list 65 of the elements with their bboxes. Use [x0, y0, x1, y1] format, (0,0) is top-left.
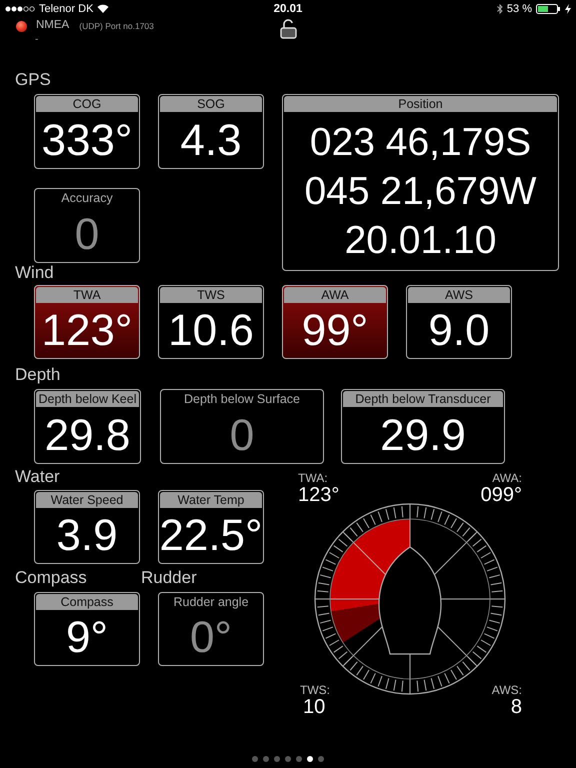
- tile-label: Depth below Keel: [36, 391, 139, 407]
- connection-name: NMEA: [36, 19, 70, 31]
- page-dot[interactable]: [318, 756, 324, 762]
- page-dot[interactable]: [296, 756, 302, 762]
- section-heading: GPS: [15, 70, 52, 89]
- position-value: 045 21,679W: [304, 172, 536, 211]
- padlock-icon[interactable]: [280, 19, 297, 39]
- tile-label: TWA: [36, 287, 138, 303]
- page-dot[interactable]: [263, 756, 269, 762]
- wifi-icon: [97, 4, 110, 13]
- carrier-name: Telenor DK: [39, 2, 94, 14]
- tws-value: 10: [302, 697, 326, 717]
- tile-value: 333°: [40, 114, 134, 166]
- section-heading: Water: [15, 467, 61, 486]
- tile-label: Water Temp: [160, 492, 262, 508]
- clock-time: 20.01: [274, 2, 302, 14]
- section-heading: Wind: [15, 263, 55, 282]
- position-value: 20.01.10: [344, 221, 496, 260]
- bluetooth-icon: [496, 4, 503, 14]
- section-heading: Depth: [15, 365, 62, 384]
- tile-label: Compass: [36, 594, 138, 610]
- aws-value: 8: [510, 697, 522, 717]
- tile-label: Rudder angle: [172, 594, 250, 610]
- battery-percent: 53 %: [506, 2, 532, 14]
- page-dot[interactable]: [274, 756, 280, 762]
- tile-value: 9°: [64, 612, 110, 664]
- section-heading: Rudder: [141, 568, 197, 587]
- tile-value: 10.6: [167, 305, 255, 357]
- tile-label: Position: [284, 96, 557, 112]
- page-dot[interactable]: [252, 756, 258, 762]
- page-dot[interactable]: [285, 756, 291, 762]
- tile-value: 0°: [188, 612, 234, 664]
- tile-label: AWS: [408, 287, 510, 303]
- connection-detail: (UDP) Port no.1703: [79, 21, 154, 31]
- awa-value: 099°: [480, 485, 522, 505]
- position-value: 023 46,179S: [310, 123, 532, 162]
- tile-label: COG: [36, 96, 138, 112]
- tile-value: 99°: [300, 305, 370, 357]
- tile-label: TWS: [160, 287, 262, 303]
- page-dot[interactable]: [307, 756, 313, 762]
- tws-label: TWS:: [300, 683, 330, 697]
- twa-value: 123°: [298, 485, 340, 505]
- tile-value: 0: [74, 208, 100, 260]
- tile-value: 29.9: [379, 410, 467, 462]
- tile-value: 29.8: [44, 410, 132, 462]
- signal-icon: [5, 6, 35, 12]
- section-heading: Compass: [15, 568, 88, 587]
- connection-info: -: [35, 34, 38, 45]
- tile-value: 0: [228, 410, 256, 462]
- tile-value: 3.9: [55, 510, 119, 562]
- tile-label: AWA: [284, 287, 386, 303]
- tile-label: SOG: [160, 96, 262, 112]
- tile-label: Depth below Surface: [182, 391, 302, 407]
- tile-value: 22.5°: [159, 510, 263, 562]
- tile-label: Water Speed: [36, 492, 138, 508]
- charging-icon: [565, 4, 571, 14]
- battery-icon: [536, 4, 561, 14]
- awa-label: AWA:: [491, 471, 522, 485]
- tile-value: 123°: [40, 305, 134, 357]
- twa-label: TWA:: [298, 471, 329, 485]
- tile-value: 9.0: [427, 305, 491, 357]
- tile-label: Accuracy: [60, 190, 114, 206]
- tile-value: 4.3: [179, 114, 243, 166]
- aws-label: AWS:: [492, 683, 522, 697]
- tile-label: Depth below Transducer: [343, 391, 503, 407]
